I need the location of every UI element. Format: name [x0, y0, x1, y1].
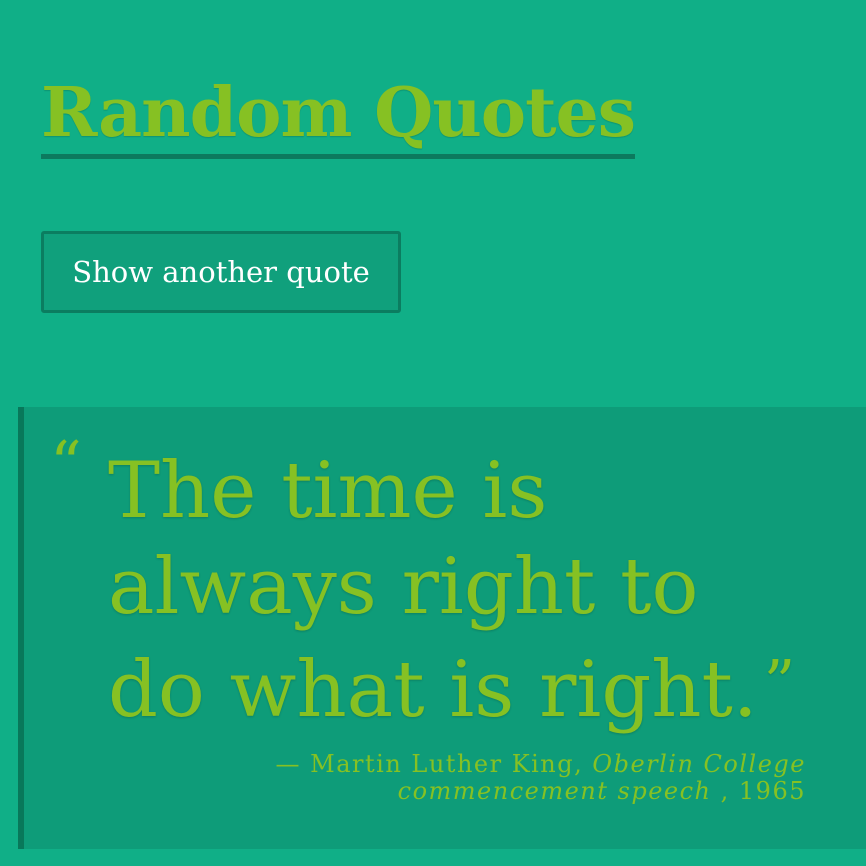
quote-text: The time is always right to do what is r… — [108, 446, 758, 735]
close-quote-mark-icon: ” — [763, 646, 796, 719]
quote-author: Martin Luther King, — [310, 750, 584, 778]
page-title: Random Quotes — [41, 72, 636, 159]
page-header: Random Quotes — [41, 72, 636, 159]
attribution-dash: — — [275, 750, 311, 778]
quote-card: “ The time is always right to do what is… — [18, 407, 866, 849]
open-quote-mark-icon: “ — [50, 427, 82, 500]
quote-attribution: — Martin Luther King, Oberlin College co… — [146, 751, 806, 805]
show-another-quote-button[interactable]: Show another quote — [41, 231, 401, 313]
quote-year: , 1965 — [720, 777, 806, 805]
quote-body: The time is always right to do what is r… — [108, 443, 808, 738]
